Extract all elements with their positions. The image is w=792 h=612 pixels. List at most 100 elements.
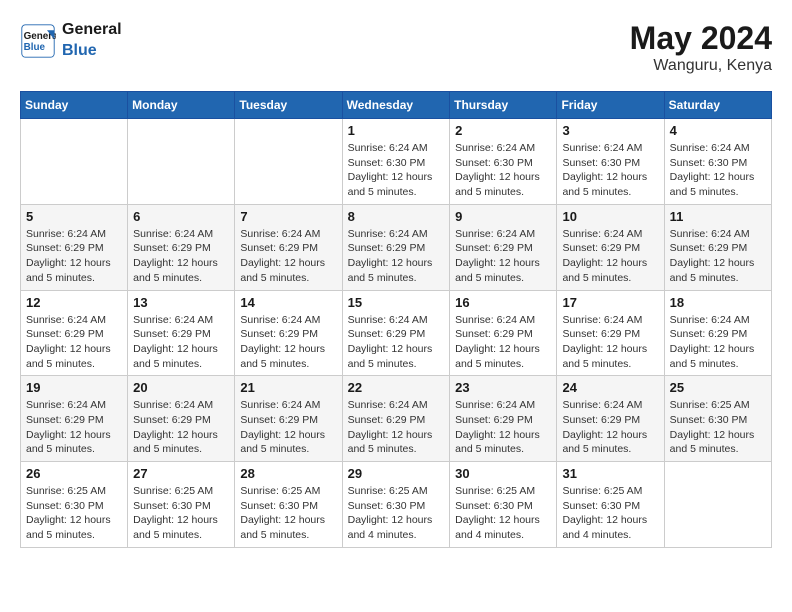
page-header: General Blue General Blue May 2024 Wangu…	[20, 20, 772, 75]
day-info: Sunrise: 6:25 AMSunset: 6:30 PMDaylight:…	[562, 484, 658, 543]
day-info: Sunrise: 6:24 AMSunset: 6:29 PMDaylight:…	[670, 313, 766, 372]
calendar-cell: 23 Sunrise: 6:24 AMSunset: 6:29 PMDayligh…	[450, 376, 557, 462]
day-info: Sunrise: 6:25 AMSunset: 6:30 PMDaylight:…	[348, 484, 445, 543]
day-number: 29	[348, 466, 445, 481]
day-number: 8	[348, 209, 445, 224]
weekday-header-sunday: Sunday	[21, 92, 128, 119]
day-info: Sunrise: 6:24 AMSunset: 6:29 PMDaylight:…	[348, 398, 445, 457]
calendar-cell: 25 Sunrise: 6:25 AMSunset: 6:30 PMDayligh…	[664, 376, 771, 462]
logo-icon: General Blue	[20, 23, 56, 59]
day-number: 7	[240, 209, 336, 224]
calendar-cell: 27Sunrise: 6:25 AMSunset: 6:30 PMDayligh…	[128, 462, 235, 548]
calendar-cell: 30 Sunrise: 6:25 AMSunset: 6:30 PMDayligh…	[450, 462, 557, 548]
day-number: 3	[562, 123, 658, 138]
day-number: 5	[26, 209, 122, 224]
calendar-cell: 22 Sunrise: 6:24 AMSunset: 6:29 PMDayligh…	[342, 376, 450, 462]
day-info: Sunrise: 6:25 AMSunset: 6:30 PMDaylight:…	[26, 484, 122, 543]
day-info: Sunrise: 6:24 AMSunset: 6:29 PMDaylight:…	[455, 313, 551, 372]
calendar-week-row: 5 Sunrise: 6:24 AMSunset: 6:29 PMDaylight…	[21, 204, 772, 290]
day-number: 1	[348, 123, 445, 138]
day-info: Sunrise: 6:24 AMSunset: 6:29 PMDaylight:…	[348, 227, 445, 286]
svg-text:Blue: Blue	[24, 42, 46, 53]
day-number: 23	[455, 380, 551, 395]
calendar-cell: 7 Sunrise: 6:24 AMSunset: 6:29 PMDaylight…	[235, 204, 342, 290]
day-number: 20	[133, 380, 229, 395]
day-number: 4	[670, 123, 766, 138]
day-number: 30	[455, 466, 551, 481]
calendar-cell: 13Sunrise: 6:24 AMSunset: 6:29 PMDayligh…	[128, 290, 235, 376]
weekday-header-wednesday: Wednesday	[342, 92, 450, 119]
day-info: Sunrise: 6:24 AMSunset: 6:29 PMDaylight:…	[562, 398, 658, 457]
calendar-week-row: 12 Sunrise: 6:24 AMSunset: 6:29 PMDayligh…	[21, 290, 772, 376]
day-number: 12	[26, 295, 122, 310]
calendar-cell: 4 Sunrise: 6:24 AMSunset: 6:30 PMDaylight…	[664, 119, 771, 205]
calendar-cell: 14 Sunrise: 6:24 AMSunset: 6:29 PMDayligh…	[235, 290, 342, 376]
day-info: Sunrise: 6:24 AMSunset: 6:29 PMDaylight:…	[240, 398, 336, 457]
calendar-cell: 5 Sunrise: 6:24 AMSunset: 6:29 PMDaylight…	[21, 204, 128, 290]
day-info: Sunrise: 6:24 AMSunset: 6:29 PMDaylight:…	[670, 227, 766, 286]
day-info: Sunrise: 6:25 AMSunset: 6:30 PMDaylight:…	[240, 484, 336, 543]
day-number: 15	[348, 295, 445, 310]
day-number: 17	[562, 295, 658, 310]
day-info: Sunrise: 6:25 AMSunset: 6:30 PMDaylight:…	[670, 398, 766, 457]
day-number: 16	[455, 295, 551, 310]
day-number: 6	[133, 209, 229, 224]
day-info: Sunrise: 6:24 AMSunset: 6:29 PMDaylight:…	[455, 227, 551, 286]
calendar-cell: 19 Sunrise: 6:24 AMSunset: 6:29 PMDayligh…	[21, 376, 128, 462]
day-number: 10	[562, 209, 658, 224]
calendar-cell: 16 Sunrise: 6:24 AMSunset: 6:29 PMDayligh…	[450, 290, 557, 376]
day-number: 26	[26, 466, 122, 481]
calendar-cell: 10 Sunrise: 6:24 AMSunset: 6:29 PMDayligh…	[557, 204, 664, 290]
calendar-cell: 8 Sunrise: 6:24 AMSunset: 6:29 PMDaylight…	[342, 204, 450, 290]
calendar-cell: 6Sunrise: 6:24 AMSunset: 6:29 PMDaylight…	[128, 204, 235, 290]
day-number: 22	[348, 380, 445, 395]
calendar-week-row: 19 Sunrise: 6:24 AMSunset: 6:29 PMDayligh…	[21, 376, 772, 462]
calendar-cell: 29 Sunrise: 6:25 AMSunset: 6:30 PMDayligh…	[342, 462, 450, 548]
day-info: Sunrise: 6:24 AMSunset: 6:29 PMDaylight:…	[26, 227, 122, 286]
calendar-table: SundayMondayTuesdayWednesdayThursdayFrid…	[20, 91, 772, 548]
logo-text: General Blue	[62, 20, 122, 62]
calendar-cell: 12Sunrise: 6:24 AMSunset: 6:29 PMDayligh…	[21, 290, 128, 376]
calendar-cell: 15Sunrise: 6:24 AMSunset: 6:29 PMDayligh…	[342, 290, 450, 376]
day-info: Sunrise: 6:25 AMSunset: 6:30 PMDaylight:…	[455, 484, 551, 543]
weekday-header-tuesday: Tuesday	[235, 92, 342, 119]
calendar-week-row: 1 Sunrise: 6:24 AMSunset: 6:30 PMDaylight…	[21, 119, 772, 205]
logo: General Blue General Blue	[20, 20, 122, 62]
calendar-cell: 21 Sunrise: 6:24 AMSunset: 6:29 PMDayligh…	[235, 376, 342, 462]
day-number: 21	[240, 380, 336, 395]
day-info: Sunrise: 6:24 AMSunset: 6:29 PMDaylight:…	[133, 313, 229, 372]
day-number: 31	[562, 466, 658, 481]
weekday-header-row: SundayMondayTuesdayWednesdayThursdayFrid…	[21, 92, 772, 119]
day-number: 27	[133, 466, 229, 481]
day-info: Sunrise: 6:24 AMSunset: 6:29 PMDaylight:…	[455, 398, 551, 457]
title-block: May 2024 Wanguru, Kenya	[630, 20, 772, 75]
day-number: 14	[240, 295, 336, 310]
location: Wanguru, Kenya	[630, 57, 772, 75]
day-number: 11	[670, 209, 766, 224]
day-number: 2	[455, 123, 551, 138]
day-info: Sunrise: 6:24 AMSunset: 6:29 PMDaylight:…	[562, 313, 658, 372]
calendar-cell: 31 Sunrise: 6:25 AMSunset: 6:30 PMDayligh…	[557, 462, 664, 548]
day-info: Sunrise: 6:24 AMSunset: 6:30 PMDaylight:…	[562, 141, 658, 200]
day-info: Sunrise: 6:24 AMSunset: 6:29 PMDaylight:…	[240, 313, 336, 372]
day-info: Sunrise: 6:24 AMSunset: 6:29 PMDaylight:…	[562, 227, 658, 286]
day-info: Sunrise: 6:24 AMSunset: 6:29 PMDaylight:…	[26, 398, 122, 457]
day-number: 28	[240, 466, 336, 481]
calendar-cell: 18Sunrise: 6:24 AMSunset: 6:29 PMDayligh…	[664, 290, 771, 376]
day-info: Sunrise: 6:24 AMSunset: 6:30 PMDaylight:…	[455, 141, 551, 200]
day-info: Sunrise: 6:24 AMSunset: 6:30 PMDaylight:…	[348, 141, 445, 200]
calendar-cell	[664, 462, 771, 548]
day-info: Sunrise: 6:24 AMSunset: 6:29 PMDaylight:…	[133, 398, 229, 457]
weekday-header-saturday: Saturday	[664, 92, 771, 119]
day-number: 25	[670, 380, 766, 395]
day-info: Sunrise: 6:24 AMSunset: 6:30 PMDaylight:…	[670, 141, 766, 200]
calendar-cell: 24Sunrise: 6:24 AMSunset: 6:29 PMDayligh…	[557, 376, 664, 462]
day-number: 9	[455, 209, 551, 224]
day-info: Sunrise: 6:24 AMSunset: 6:29 PMDaylight:…	[240, 227, 336, 286]
weekday-header-monday: Monday	[128, 92, 235, 119]
calendar-cell: 2 Sunrise: 6:24 AMSunset: 6:30 PMDaylight…	[450, 119, 557, 205]
day-number: 19	[26, 380, 122, 395]
calendar-cell: 9 Sunrise: 6:24 AMSunset: 6:29 PMDaylight…	[450, 204, 557, 290]
weekday-header-thursday: Thursday	[450, 92, 557, 119]
calendar-cell	[128, 119, 235, 205]
